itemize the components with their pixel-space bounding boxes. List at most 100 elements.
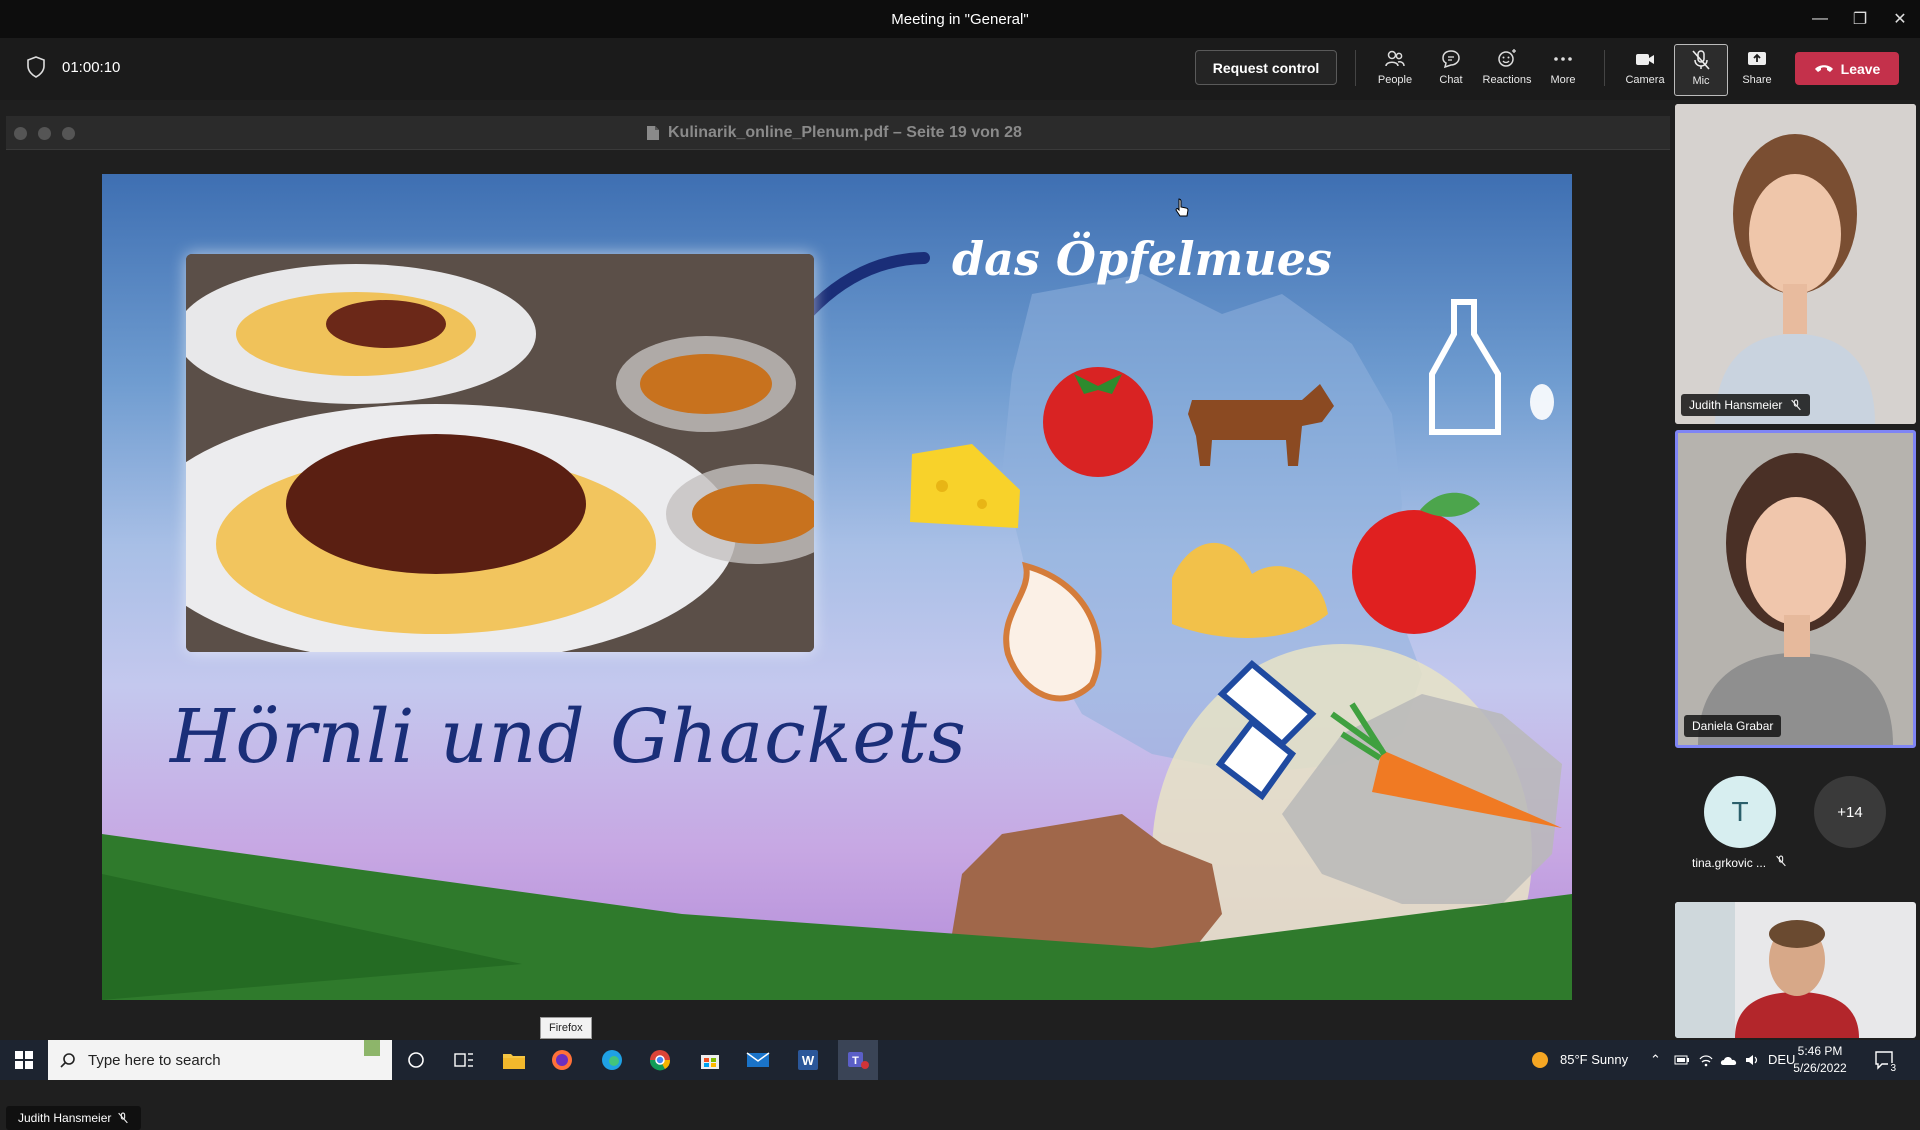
participant-tile-video[interactable]	[1675, 902, 1916, 1038]
pdf-document-title: Kulinarik_online_Plenum.pdf – Seite 19 v…	[646, 124, 1022, 142]
people-label: People	[1377, 74, 1413, 86]
pasta-dish-illustration	[186, 254, 814, 652]
camera-icon	[1636, 54, 1654, 65]
taskbar-teams[interactable]: T	[838, 1040, 878, 1080]
volume-icon[interactable]	[1744, 1053, 1760, 1067]
cortana-icon	[408, 1052, 424, 1068]
slide-subtitle: das Öpfelmues	[952, 232, 1332, 286]
notification-count: 3	[1888, 1063, 1898, 1074]
taskbar-clock[interactable]: 5:46 PM 5/26/2022	[1790, 1043, 1850, 1077]
leave-label: Leave	[1840, 60, 1881, 77]
mic-label: Mic	[1692, 75, 1710, 87]
taskbar-search-box[interactable]: Type here to search	[48, 1040, 392, 1080]
video-feed	[1675, 902, 1916, 1038]
onedrive-icon[interactable]	[1720, 1053, 1738, 1067]
participant-name: Daniela Grabar	[1692, 719, 1774, 733]
share-button[interactable]: Share	[1730, 44, 1784, 96]
taskbar-edge[interactable]	[598, 1046, 626, 1074]
mic-off-icon	[1692, 50, 1710, 70]
leave-button[interactable]: Leave	[1795, 52, 1899, 85]
meeting-timer: 01:00:10	[62, 59, 121, 76]
restore-icon[interactable]: ❐	[1840, 0, 1880, 38]
participant-name: Judith Hansmeier	[1689, 398, 1783, 412]
minimize-icon[interactable]: —	[1800, 0, 1840, 38]
overflow-count: +14	[1837, 803, 1863, 821]
close-icon[interactable]: ✕	[1880, 0, 1920, 38]
chat-button[interactable]: Chat	[1424, 44, 1478, 96]
taskbar-word[interactable]: W	[794, 1046, 822, 1074]
reactions-button[interactable]: Reactions	[1480, 44, 1534, 96]
edge-icon	[602, 1050, 622, 1070]
pdf-viewer-titlebar: Kulinarik_online_Plenum.pdf – Seite 19 v…	[6, 116, 1670, 150]
presenter-label: Judith Hansmeier	[6, 1106, 142, 1130]
hand-cursor-icon	[1175, 198, 1189, 217]
word-icon: W	[798, 1050, 818, 1070]
task-view-icon	[454, 1053, 473, 1067]
window-dot-zoom	[62, 127, 75, 140]
shared-screen: Kulinarik_online_Plenum.pdf – Seite 19 v…	[0, 100, 1672, 1130]
camera-button[interactable]: Camera	[1618, 44, 1672, 96]
clock-time: 5:46 PM	[1797, 1044, 1843, 1058]
share-label: Share	[1742, 74, 1772, 86]
svg-text:W: W	[802, 1053, 815, 1068]
participant-tile-judith[interactable]: Judith Hansmeier	[1675, 104, 1916, 424]
shield-icon	[27, 56, 45, 78]
meeting-toolbar: 01:00:10 Request control People Chat Rea…	[0, 38, 1920, 100]
taskbar-store[interactable]	[696, 1046, 724, 1074]
task-view-button[interactable]	[450, 1046, 478, 1074]
more-icon	[1554, 57, 1572, 61]
pdf-title-text: Kulinarik_online_Plenum.pdf – Seite 19 v…	[668, 124, 1022, 141]
reactions-icon	[1498, 49, 1516, 67]
video-feed	[1675, 104, 1916, 424]
share-icon	[1748, 52, 1766, 65]
more-button[interactable]: More	[1536, 44, 1590, 96]
people-button[interactable]: People	[1368, 44, 1422, 96]
participant-name-tag: Judith Hansmeier	[1681, 394, 1811, 416]
avatar-name: tina.grkovic ...	[1692, 856, 1767, 870]
battery-icon[interactable]	[1674, 1053, 1690, 1067]
taskbar-mail[interactable]	[744, 1046, 772, 1074]
search-icon	[60, 1053, 75, 1068]
participants-panel: Judith Hansmeier Daniela Grabar T +14 ti…	[1672, 100, 1920, 1040]
title-bar: Meeting in "General" — ❐ ✕	[0, 0, 1920, 38]
taskbar-firefox[interactable]	[548, 1046, 576, 1074]
people-icon	[1385, 50, 1405, 67]
weather-text[interactable]: 85°F Sunny	[1560, 1052, 1628, 1067]
phone-hangup-icon	[1814, 64, 1833, 72]
svg-text:T: T	[852, 1055, 859, 1067]
more-participants-button[interactable]: +14	[1814, 776, 1886, 848]
search-highlight-icon	[364, 1040, 380, 1056]
participant-tile-daniela[interactable]: Daniela Grabar	[1675, 430, 1916, 748]
taskbar-file-explorer[interactable]	[500, 1046, 528, 1074]
taskbar-chrome[interactable]	[646, 1046, 674, 1074]
chat-icon	[1442, 50, 1460, 69]
firefox-icon	[552, 1050, 572, 1070]
taskbar-tooltip: Firefox	[540, 1017, 592, 1039]
presentation-slide: das Öpfelmues Hörnli und Ghackets	[102, 174, 1572, 1000]
more-label: More	[1550, 74, 1576, 86]
mic-off-icon	[1776, 855, 1787, 867]
mail-icon	[746, 1052, 770, 1067]
avatar-name-tag: tina.grkovic ...	[1692, 855, 1787, 870]
chrome-icon	[649, 1050, 671, 1071]
cortana-button[interactable]	[402, 1046, 430, 1074]
request-control-button[interactable]: Request control	[1195, 50, 1337, 85]
avatar-initial: T	[1731, 796, 1749, 827]
mic-off-icon	[118, 1112, 129, 1124]
weather-sun-icon	[1532, 1052, 1548, 1068]
chat-label: Chat	[1439, 74, 1463, 86]
tray-chevron-icon[interactable]: ⌃	[1650, 1052, 1661, 1068]
toolbar-divider	[1604, 50, 1605, 86]
teams-icon: T	[848, 1052, 869, 1069]
windows-logo-icon	[15, 1051, 33, 1069]
wifi-icon[interactable]	[1698, 1053, 1714, 1067]
camera-label: Camera	[1625, 74, 1665, 86]
windows-start-button[interactable]	[10, 1046, 38, 1074]
mic-off-icon	[1791, 399, 1802, 411]
participant-avatar-tina[interactable]: T	[1704, 776, 1776, 848]
document-icon	[647, 126, 659, 140]
mic-button[interactable]: Mic	[1674, 44, 1728, 96]
notification-center-button[interactable]: 3	[1870, 1046, 1898, 1074]
toolbar-divider	[1355, 50, 1356, 86]
windows-taskbar: Type here to search W T 85°F Sunny ⌃ DEU…	[0, 1040, 1920, 1080]
